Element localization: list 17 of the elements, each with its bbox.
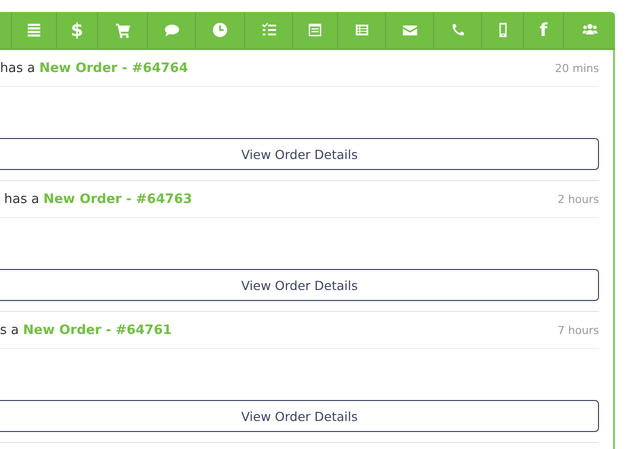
menu-icon bbox=[26, 22, 42, 38]
cart-icon bbox=[114, 22, 130, 38]
calendar-icon bbox=[307, 22, 323, 38]
clock-icon bbox=[212, 22, 228, 38]
order-message: has a New Order - #64763 bbox=[3, 192, 192, 206]
order-message: s a New Order - #64761 bbox=[0, 322, 172, 338]
timestamp: 2 hours bbox=[558, 192, 599, 206]
phone-icon bbox=[450, 22, 466, 38]
list-icon bbox=[354, 22, 370, 38]
timestamp: 20 mins bbox=[555, 62, 599, 74]
order-message: has a New Order - #64764 bbox=[0, 60, 188, 76]
view-order-details-button[interactable]: View Order Details bbox=[0, 138, 599, 170]
view-order-details-button[interactable]: View Order Details bbox=[0, 269, 599, 301]
speech-bubble-icon bbox=[164, 22, 180, 38]
timestamp: 7 hours bbox=[558, 324, 599, 336]
checklist-icon bbox=[260, 22, 276, 38]
view-order-details-button[interactable]: View Order Details bbox=[0, 400, 599, 432]
